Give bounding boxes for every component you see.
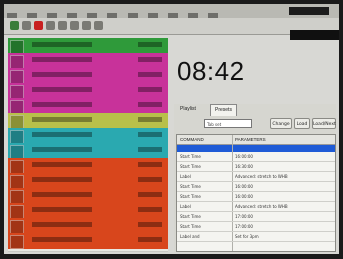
row-title	[32, 162, 92, 167]
stop-icon[interactable]	[34, 21, 43, 30]
parameter-cell: 16:00:00	[235, 184, 253, 189]
row-marker	[10, 205, 24, 219]
row-marker	[10, 55, 24, 69]
row-marker	[10, 220, 24, 234]
table-row[interactable]: Start Time 16:30:00	[177, 163, 335, 172]
table-row[interactable]: Label and Set for 3pm	[177, 233, 335, 242]
row-marker	[10, 235, 24, 249]
row-duration	[138, 162, 162, 167]
row-marker	[10, 40, 24, 54]
row-title	[32, 87, 92, 92]
command-cell: Label and	[180, 234, 200, 239]
parameter-cell: 16:00:00	[235, 154, 253, 159]
command-cell: Start Time	[180, 184, 201, 189]
row-title	[32, 207, 92, 212]
row-title	[32, 117, 92, 122]
row-title	[32, 72, 92, 77]
row-title	[32, 42, 92, 47]
command-cell: Start Time	[180, 224, 201, 229]
toolbar-icon[interactable]	[94, 21, 103, 30]
load-next-button[interactable]: Load/Next	[312, 118, 336, 129]
change-button[interactable]: Change	[270, 118, 292, 129]
toolbar-icon[interactable]	[58, 21, 67, 30]
app-window: 08:42 Playlist Presets Tab set Change Lo…	[4, 4, 339, 254]
row-marker	[10, 115, 24, 129]
play-icon[interactable]	[10, 21, 19, 30]
table-row[interactable]: Start Time 16:00:00	[177, 193, 335, 202]
row-marker	[10, 175, 24, 189]
rundown-row[interactable]	[8, 233, 168, 251]
row-duration	[138, 132, 162, 137]
row-duration	[138, 102, 162, 107]
parameter-cell: Advanced: stretch to WHB	[235, 174, 288, 179]
command-cell: Start Time	[180, 164, 201, 169]
column-header-command[interactable]: COMMAND	[180, 135, 204, 144]
command-cell: Label	[180, 174, 191, 179]
row-marker	[10, 70, 24, 84]
status-strip	[290, 30, 339, 40]
toolbar-icon[interactable]	[70, 21, 79, 30]
toolbar	[4, 18, 339, 35]
selected-row[interactable]	[177, 145, 335, 152]
table-row[interactable]: Start Time 17:00:00	[177, 213, 335, 222]
row-title	[32, 57, 92, 62]
menu-bar	[4, 4, 339, 19]
table-row[interactable]: Start Time 16:00:00	[177, 153, 335, 162]
row-marker	[10, 85, 24, 99]
row-title	[32, 132, 92, 137]
row-marker	[10, 160, 24, 174]
row-title	[32, 237, 92, 242]
row-duration	[138, 42, 162, 47]
command-table: COMMAND PARAMETERS Start Time 16:00:00 Sta…	[176, 134, 336, 252]
parameter-cell: 17:00:00	[235, 214, 253, 219]
row-marker	[10, 190, 24, 204]
command-cell: Start Time	[180, 194, 201, 199]
panel-tabs: Playlist Presets	[176, 104, 336, 116]
row-duration	[138, 117, 162, 122]
table-row[interactable]: Label Advanced: stretch to WHB	[177, 173, 335, 182]
table-row[interactable]: Start Time 16:00:00	[177, 183, 335, 192]
parameter-cell: 16:00:00	[235, 194, 253, 199]
row-duration	[138, 237, 162, 242]
tab-presets[interactable]: Presets	[210, 104, 237, 116]
clock-display: 08:42	[177, 56, 245, 86]
window-caption-block	[289, 7, 329, 15]
row-marker	[10, 130, 24, 144]
load-button[interactable]: Load	[294, 118, 310, 129]
row-duration	[138, 177, 162, 182]
row-title	[32, 177, 92, 182]
command-cell: Label	[180, 204, 191, 209]
table-row[interactable]: Start Time 17:00:00	[177, 223, 335, 232]
row-duration	[138, 87, 162, 92]
row-duration	[138, 207, 162, 212]
parameter-cell: Advanced: stretch to WHB	[235, 204, 288, 209]
command-cell: Start Time	[180, 154, 201, 159]
parameter-cell: 17:00:00	[235, 224, 253, 229]
toolbar-icon[interactable]	[46, 21, 55, 30]
toolbar-icon[interactable]	[82, 21, 91, 30]
row-duration	[138, 222, 162, 227]
preset-panel: Playlist Presets Tab set Change Load Loa…	[174, 104, 336, 252]
row-title	[32, 192, 92, 197]
row-duration	[138, 57, 162, 62]
preset-search-input[interactable]: Tab set	[204, 119, 252, 128]
parameter-cell: 16:30:00	[235, 164, 253, 169]
row-duration	[138, 147, 162, 152]
row-marker	[10, 145, 24, 159]
row-duration	[138, 192, 162, 197]
table-header: COMMAND PARAMETERS	[177, 135, 335, 145]
command-cell: Start Time	[180, 214, 201, 219]
column-header-parameters[interactable]: PARAMETERS	[235, 135, 266, 144]
toolbar-icon[interactable]	[22, 21, 31, 30]
table-row[interactable]: Label Advanced: stretch to WHB	[177, 203, 335, 212]
row-title	[32, 147, 92, 152]
row-duration	[138, 72, 162, 77]
rundown-list	[8, 38, 168, 252]
row-title	[32, 222, 92, 227]
row-title	[32, 102, 92, 107]
panel-controls: Tab set Change Load Load/Next	[174, 118, 336, 132]
row-marker	[10, 100, 24, 114]
parameter-cell: Set for 3pm	[235, 234, 259, 239]
tab-playlist[interactable]: Playlist	[176, 104, 200, 115]
